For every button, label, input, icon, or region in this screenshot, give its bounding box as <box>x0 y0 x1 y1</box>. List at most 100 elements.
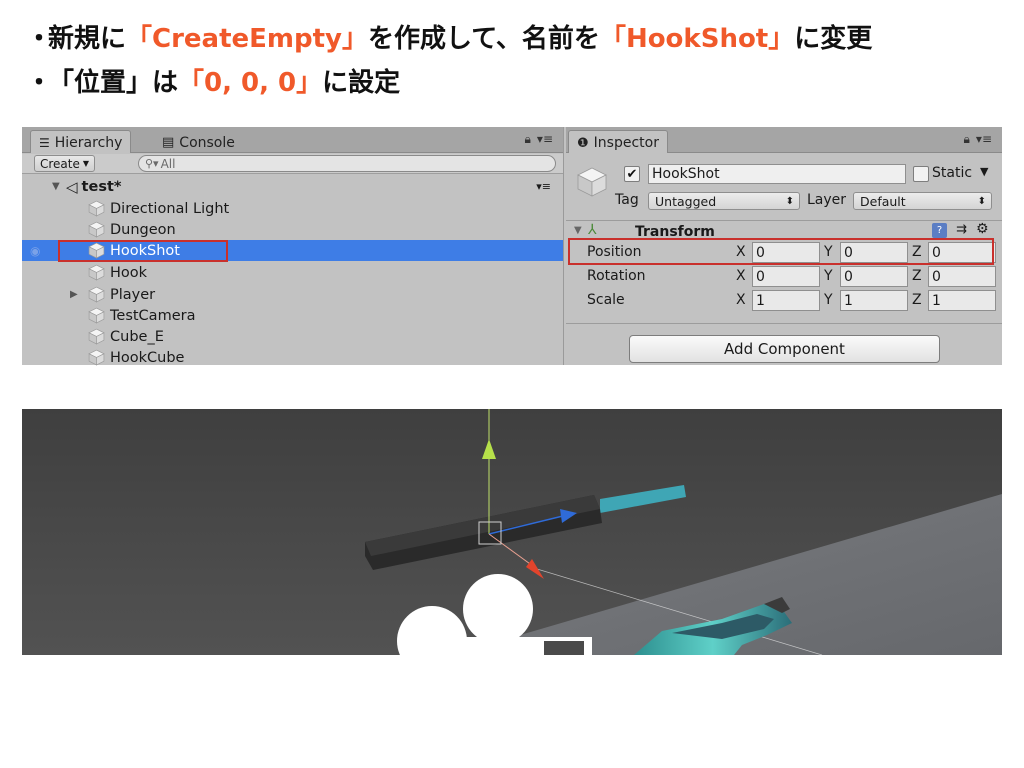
list-icon: ☰ <box>39 136 50 150</box>
axis-z-label: Z <box>912 268 922 284</box>
list-item[interactable]: HookCube <box>22 347 563 368</box>
add-component-button[interactable]: Add Component <box>629 335 940 363</box>
tab-inspector[interactable]: ❶ Inspector <box>568 130 668 153</box>
list-item-label: Player <box>110 286 156 303</box>
scale-label: Scale <box>587 292 625 308</box>
gameobject-icon <box>88 264 105 281</box>
scale-y-field[interactable]: 1 <box>840 290 908 311</box>
checkmark-icon: ✔ <box>626 166 638 182</box>
active-checkbox[interactable]: ✔ <box>624 166 640 182</box>
rotation-z-field[interactable]: 0 <box>928 266 996 287</box>
rotation-y-field[interactable]: 0 <box>840 266 908 287</box>
menu-icon[interactable]: ▾≡ <box>537 132 553 147</box>
slide-bullets: ・ 新規に 「CreateEmpty」 を作成して、名前を 「HookShot」… <box>26 14 1016 102</box>
list-item-label: HookCube <box>110 349 185 366</box>
chevron-right-icon[interactable]: ▶ <box>70 289 84 300</box>
scene-view[interactable] <box>22 409 1002 655</box>
tab-hierarchy[interactable]: ☰ Hierarchy <box>30 130 132 153</box>
lock-icon[interactable]: 🔒︎ <box>964 132 970 147</box>
rotation-x-value: 0 <box>756 268 765 285</box>
tab-inspector-label: Inspector <box>593 135 659 151</box>
tag-label: Tag <box>615 192 639 208</box>
scale-z-value: 1 <box>932 292 941 309</box>
bullet-highlight: 「0, 0, 0」 <box>178 67 323 98</box>
hierarchy-toolbar: Create ▼ ⚲▾ All <box>22 154 563 174</box>
tag-dropdown[interactable]: Untagged ⬍ <box>648 192 800 210</box>
scale-y-value: 1 <box>844 292 853 309</box>
axis-z-label: Z <box>912 292 922 308</box>
visibility-eye-icon[interactable]: ◉ <box>30 244 40 258</box>
layer-dropdown[interactable]: Default ⬍ <box>853 192 992 210</box>
gameobject-icon <box>577 167 607 197</box>
bullet-text: 「位置」は <box>48 67 179 98</box>
search-icon: ⚲▾ <box>145 157 159 170</box>
tab-console-label: Console <box>179 134 235 151</box>
list-item-label: TestCamera <box>110 307 196 324</box>
tab-console[interactable]: ▤ Console <box>154 130 243 153</box>
chevron-down-icon[interactable]: ▼ <box>574 225 582 236</box>
scale-z-field[interactable]: 1 <box>928 290 996 311</box>
menu-icon[interactable]: ▾≡ <box>976 132 992 147</box>
hierarchy-tabbar: ☰ Hierarchy ▤ Console 🔒︎ ▾≡ <box>22 127 563 153</box>
list-item-label: Hook <box>110 264 148 281</box>
list-item[interactable]: ▶ Player <box>22 284 563 305</box>
list-item-label: Dungeon <box>110 221 176 238</box>
help-icon[interactable]: ? <box>932 223 947 238</box>
hierarchy-panel: ☰ Hierarchy ▤ Console 🔒︎ ▾≡ Create ▼ ⚲▾ … <box>22 127 564 368</box>
rotation-label: Rotation <box>587 268 646 284</box>
list-item[interactable]: Hook <box>22 262 563 283</box>
scene-menu-icon[interactable]: ▾≡ <box>536 180 551 193</box>
object-name-value: HookShot <box>652 166 720 182</box>
search-placeholder: All <box>160 156 176 171</box>
list-item[interactable]: Cube_E <box>22 326 563 347</box>
list-item-label: Cube_E <box>110 328 164 345</box>
annotation-highlight-box <box>568 238 994 265</box>
lock-icon[interactable]: 🔒︎ <box>525 132 531 147</box>
unity-scene-icon: ◁ <box>66 177 78 196</box>
bullet-dot: ・ <box>26 67 53 98</box>
create-button-label: Create <box>40 156 80 171</box>
gameobject-icon <box>88 286 105 303</box>
preset-icon[interactable]: ⇉ <box>956 222 967 237</box>
rotation-x-field[interactable]: 0 <box>752 266 820 287</box>
gameobject-icon <box>88 307 105 324</box>
scene-render <box>22 409 1002 655</box>
static-dropdown-icon[interactable]: ▼ <box>980 165 988 178</box>
bullet-highlight: 「HookShot」 <box>599 23 795 54</box>
static-checkbox[interactable] <box>913 166 929 182</box>
tab-hierarchy-label: Hierarchy <box>54 135 123 151</box>
gear-icon[interactable]: ⚙ <box>976 221 989 237</box>
chevron-down-icon[interactable]: ▼ <box>52 181 66 192</box>
console-icon: ▤ <box>162 135 175 150</box>
list-item[interactable]: Dungeon <box>22 219 563 240</box>
list-item[interactable]: TestCamera <box>22 305 563 326</box>
inspector-tabbar: ❶ Inspector 🔒︎ ▾≡ <box>566 127 1002 153</box>
bullet-1: ・ 新規に 「CreateEmpty」 を作成して、名前を 「HookShot」… <box>26 14 1016 58</box>
hierarchy-tree: ▼ ◁ test* ▾≡ Directional Light Dungeon ◉… <box>22 175 563 368</box>
scene-root[interactable]: ▼ ◁ test* ▾≡ <box>22 176 563 197</box>
updown-arrow-icon: ⬍ <box>977 195 986 207</box>
search-input[interactable]: ⚲▾ All <box>138 155 556 172</box>
rotation-y-value: 0 <box>844 268 853 285</box>
axis-x-label: X <box>736 292 746 308</box>
bullet-highlight: 「CreateEmpty」 <box>126 23 369 54</box>
gameobject-icon <box>88 349 105 366</box>
axis-y-label: Y <box>824 268 833 284</box>
scale-x-field[interactable]: 1 <box>752 290 820 311</box>
bullet-text: に変更 <box>794 23 873 54</box>
bullet-text: 新規に <box>48 23 127 54</box>
create-button[interactable]: Create ▼ <box>34 155 96 172</box>
dropdown-arrow-icon: ▼ <box>82 159 90 168</box>
add-component-label: Add Component <box>724 340 845 358</box>
object-name-field[interactable]: HookShot <box>648 164 906 184</box>
hierarchy-tab-controls: 🔒︎ ▾≡ <box>525 132 553 147</box>
gameobject-icon <box>88 328 105 345</box>
scene-name: test* <box>81 178 122 195</box>
bullet-text: を作成して、名前を <box>368 23 600 54</box>
gameobject-icon <box>88 221 105 238</box>
list-item[interactable]: Directional Light <box>22 198 563 219</box>
updown-arrow-icon: ⬍ <box>785 195 794 207</box>
layer-label: Layer <box>807 192 847 208</box>
scale-x-value: 1 <box>756 292 765 309</box>
divider <box>566 323 1002 324</box>
